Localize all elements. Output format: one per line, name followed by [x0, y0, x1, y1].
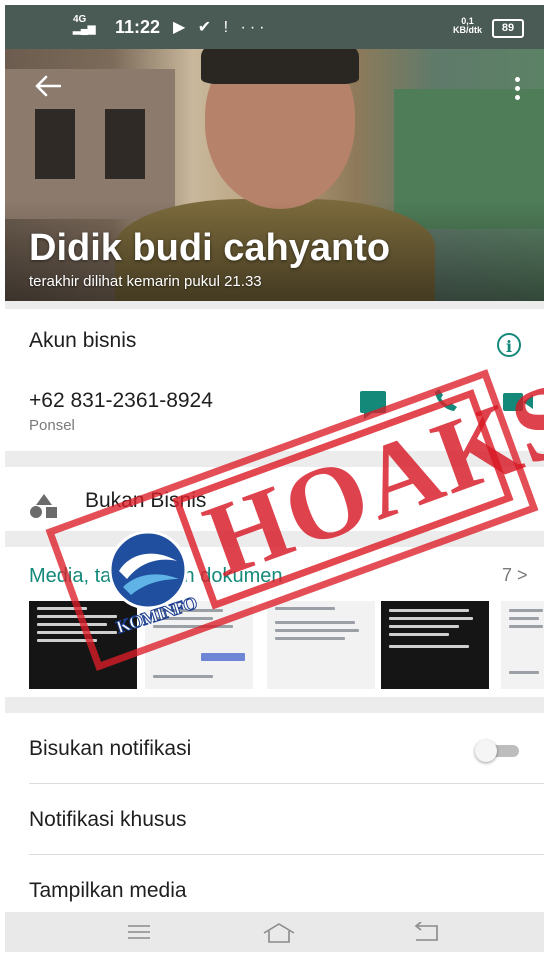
home-icon[interactable]	[262, 922, 296, 944]
signal-icon: ▂▄▆	[73, 24, 96, 35]
media-visibility-row[interactable]: Tampilkan media	[5, 855, 544, 912]
navigation-bar	[5, 912, 544, 952]
profile-photo-background	[5, 69, 175, 219]
recent-apps-icon[interactable]	[127, 924, 151, 940]
back-arrow-icon[interactable]	[35, 75, 61, 97]
media-thumbnail[interactable]	[381, 601, 489, 689]
clock: 11:22	[115, 17, 161, 37]
section-gap	[5, 697, 544, 713]
back-icon[interactable]	[410, 922, 440, 944]
profile-photo-hair	[201, 49, 359, 84]
category-shapes-icon	[30, 494, 57, 518]
custom-notifications-label: Notifikasi khusus	[29, 808, 187, 831]
notification-icons: ▶ ✔ ! ···	[173, 19, 269, 36]
mute-notifications-toggle[interactable]	[475, 740, 521, 762]
network-speed-unit: KB/dtk	[453, 25, 482, 35]
business-account-row[interactable]: Akun bisnis i	[5, 309, 544, 369]
info-icon[interactable]: i	[497, 333, 521, 357]
contact-name: Didik budi cahyanto	[29, 227, 391, 269]
network-speed: 0,1 KB/dtk	[453, 17, 482, 35]
last-seen-status: terakhir dilihat kemarin pukul 21.33	[29, 273, 262, 290]
screen: 4G ▂▄▆ 11:22 ▶ ✔ ! ··· 0,1 KB/dtk 89 Did…	[5, 5, 544, 952]
mute-notifications-label: Bisukan notifikasi	[29, 737, 192, 760]
custom-notifications-row[interactable]: Notifikasi khusus	[5, 784, 544, 854]
battery-icon: 89	[492, 19, 524, 38]
mute-notifications-row[interactable]: Bisukan notifikasi	[5, 713, 544, 783]
media-count[interactable]: 7 >	[502, 565, 528, 586]
phone-type: Ponsel	[29, 417, 75, 434]
status-bar: 4G ▂▄▆ 11:22 ▶ ✔ ! ··· 0,1 KB/dtk 89	[5, 5, 544, 49]
media-thumbnail[interactable]	[501, 601, 544, 689]
more-options-icon[interactable]	[515, 77, 521, 101]
section-gap	[5, 301, 544, 309]
photo-window	[105, 109, 145, 179]
media-visibility-label: Tampilkan media	[29, 879, 187, 902]
photo-window	[35, 109, 75, 179]
phone-number: +62 831-2361-8924	[29, 389, 213, 412]
profile-header: Didik budi cahyanto terakhir dilihat kem…	[5, 49, 544, 301]
business-account-label: Akun bisnis	[29, 329, 137, 352]
network-indicator: 4G ▂▄▆	[73, 15, 95, 35]
media-thumbnail[interactable]	[267, 601, 375, 689]
